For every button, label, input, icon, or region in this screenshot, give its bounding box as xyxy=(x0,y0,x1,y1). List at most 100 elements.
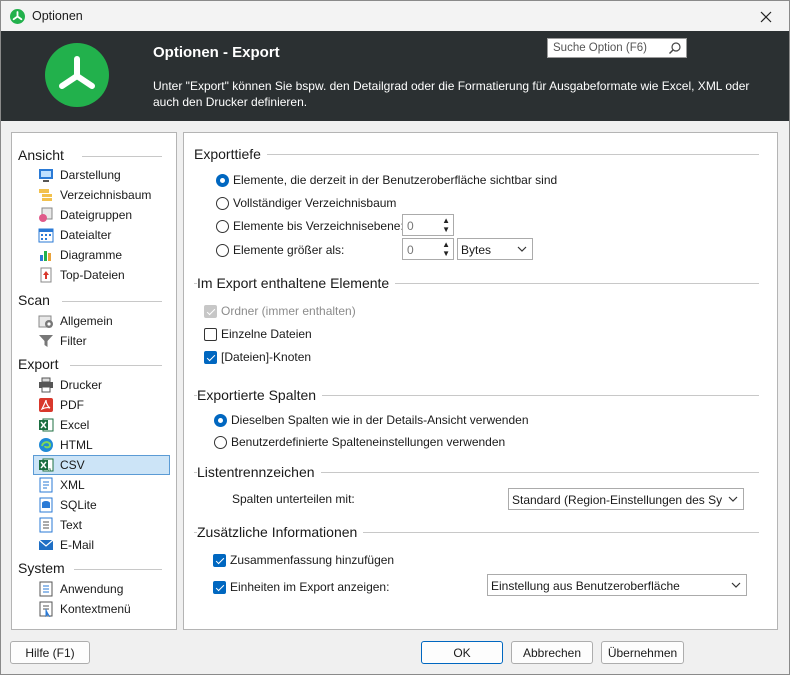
nav-item-excel[interactable]: Excel xyxy=(34,415,170,435)
nav-item-filter[interactable]: Filter xyxy=(34,331,170,351)
app-logo-icon xyxy=(10,9,25,24)
nav-item-verzeichnisbaum[interactable]: Verzeichnisbaum xyxy=(34,185,170,205)
nav-item-drucker[interactable]: Drucker xyxy=(34,375,170,395)
select-value: Einstellung aus Benutzeroberfläche xyxy=(491,579,680,593)
nav-item-allgemein[interactable]: Allgemein xyxy=(34,311,170,331)
chevron-down-icon xyxy=(517,246,527,252)
nav-item-label: CSV xyxy=(60,458,85,472)
email-icon xyxy=(38,537,54,553)
nav-item-label: Dateialter xyxy=(60,228,112,242)
nav-item-label: SQLite xyxy=(60,498,97,512)
nav-item-kontextmenue[interactable]: Kontextmenü xyxy=(34,599,170,619)
level-spinner[interactable]: 0 ▲ ▼ xyxy=(402,214,454,236)
nav-section-ansicht: Ansicht xyxy=(18,147,64,163)
nav-item-label: Excel xyxy=(60,418,90,432)
check-files[interactable]: Einzelne Dateien xyxy=(204,327,312,341)
radio-same-columns[interactable]: Dieselben Spalten wie in der Details-Ans… xyxy=(214,413,529,427)
nav-item-label: Darstellung xyxy=(60,168,121,182)
page-title: Optionen - Export xyxy=(153,44,280,61)
nav-item-e-mail[interactable]: E-Mail xyxy=(34,535,170,555)
nav-item-label: Top-Dateien xyxy=(60,268,125,282)
checkbox[interactable] xyxy=(213,580,226,594)
checkbox[interactable] xyxy=(204,327,217,341)
divider xyxy=(62,301,162,302)
radio-button[interactable] xyxy=(214,413,227,427)
radio-button[interactable] xyxy=(216,173,229,187)
checkbox-label: Ordner (immer enthalten) xyxy=(221,304,356,318)
radio-visible-elements[interactable]: Elemente, die derzeit in der Benutzerobe… xyxy=(216,173,557,187)
check-units[interactable]: Einheiten im Export anzeigen: xyxy=(213,580,389,594)
check-summary[interactable]: Zusammenfassung hinzufügen xyxy=(213,553,394,567)
nav-item-dateialter[interactable]: Dateialter xyxy=(34,225,170,245)
size-spinner[interactable]: 0 ▲ ▼ xyxy=(402,238,454,260)
spinner-value: 0 xyxy=(407,243,414,257)
radio-button[interactable] xyxy=(216,243,229,257)
nav-item-label: Diagramme xyxy=(60,248,123,262)
radio-label: Vollständiger Verzeichnisbaum xyxy=(233,196,397,210)
nav-item-anwendung[interactable]: Anwendung xyxy=(34,579,170,599)
filegroups-icon xyxy=(38,207,54,223)
nav-item-label: XML xyxy=(60,478,85,492)
nav-item-dateigruppen[interactable]: Dateigruppen xyxy=(34,205,170,225)
context-menu-icon xyxy=(38,601,54,618)
tree-icon xyxy=(38,187,54,203)
radio-size[interactable]: Elemente größer als: xyxy=(216,243,344,257)
nav-item-pdf[interactable]: PDF xyxy=(34,395,170,415)
radio-button[interactable] xyxy=(214,435,227,449)
nav-item-diagramme[interactable]: Diagramme xyxy=(34,245,170,265)
nav-section-scan: Scan xyxy=(18,292,50,308)
radio-label: Benutzerdefinierte Spalteneinstellungen … xyxy=(231,435,506,449)
radio-custom-columns[interactable]: Benutzerdefinierte Spalteneinstellungen … xyxy=(214,435,505,449)
spinner-arrows-icon[interactable]: ▲ ▼ xyxy=(442,216,450,234)
xml-icon xyxy=(38,477,54,493)
radio-full-tree[interactable]: Vollständiger Verzeichnisbaum xyxy=(216,196,396,210)
spinner-value: 0 xyxy=(407,219,414,233)
options-navigation: Ansicht Darstellung Verzeichnisbaum Date… xyxy=(11,132,177,630)
treesize-logo-icon xyxy=(45,43,109,107)
spinner-arrows-icon[interactable]: ▲ ▼ xyxy=(442,240,450,258)
checkbox[interactable] xyxy=(204,350,217,364)
divider xyxy=(194,154,759,155)
header-banner: Optionen - Export Unter "Export" können … xyxy=(1,31,789,121)
ok-button[interactable]: OK xyxy=(421,641,503,664)
nav-item-darstellung[interactable]: Darstellung xyxy=(34,165,170,185)
radio-button[interactable] xyxy=(216,196,229,210)
nav-item-csv[interactable]: a CSV xyxy=(33,455,170,475)
checkbox-label: Zusammenfassung hinzufügen xyxy=(230,553,395,567)
nav-item-label: Verzeichnisbaum xyxy=(60,188,152,202)
filter-icon xyxy=(38,333,54,349)
check-files-node[interactable]: [Dateien]-Knoten xyxy=(204,350,311,364)
radio-label: Elemente, die derzeit in der Benutzerobe… xyxy=(233,173,558,187)
close-button[interactable] xyxy=(743,1,789,32)
nav-item-label: Drucker xyxy=(60,378,103,392)
nav-item-html[interactable]: HTML xyxy=(34,435,170,455)
calendar-icon xyxy=(38,227,54,243)
size-unit-select[interactable]: Bytes xyxy=(457,238,533,260)
checkbox[interactable] xyxy=(213,553,226,567)
separator-select[interactable]: Standard (Region-Einstellungen des Syst xyxy=(508,488,744,510)
radio-level[interactable]: Elemente bis Verzeichnisebene: xyxy=(216,219,404,233)
pdf-icon xyxy=(38,397,54,413)
nav-item-xml[interactable]: XML xyxy=(34,475,170,495)
units-select[interactable]: Einstellung aus Benutzeroberfläche xyxy=(487,574,747,596)
nav-item-label: Dateigruppen xyxy=(60,208,133,222)
radio-label: Elemente bis Verzeichnisebene: xyxy=(233,219,404,233)
checkbox-label: Einzelne Dateien xyxy=(221,327,312,341)
separator-label: Spalten unterteilen mit: xyxy=(232,492,355,506)
nav-item-sqlite[interactable]: SQLite xyxy=(34,495,170,515)
top-files-icon xyxy=(38,267,54,283)
search-placeholder: Suche Option (F6) xyxy=(553,42,647,54)
cancel-button[interactable]: Abbrechen xyxy=(511,641,593,664)
nav-item-top-dateien[interactable]: Top-Dateien xyxy=(34,265,170,285)
nav-item-text[interactable]: Text xyxy=(34,515,170,535)
export-settings-panel: Exporttiefe Elemente, die derzeit in der… xyxy=(183,132,778,630)
search-input[interactable]: Suche Option (F6) xyxy=(547,38,687,58)
search-icon xyxy=(669,42,681,54)
apply-button[interactable]: Übernehmen xyxy=(601,641,684,664)
group-title-elemente: Im Export enthaltene Elemente xyxy=(197,275,396,291)
help-button[interactable]: Hilfe (F1) xyxy=(10,641,90,664)
radio-label: Dieselben Spalten wie in der Details-Ans… xyxy=(231,413,529,427)
radio-button[interactable] xyxy=(216,219,229,233)
nav-item-label: E-Mail xyxy=(60,538,95,552)
settings-icon xyxy=(38,313,54,329)
